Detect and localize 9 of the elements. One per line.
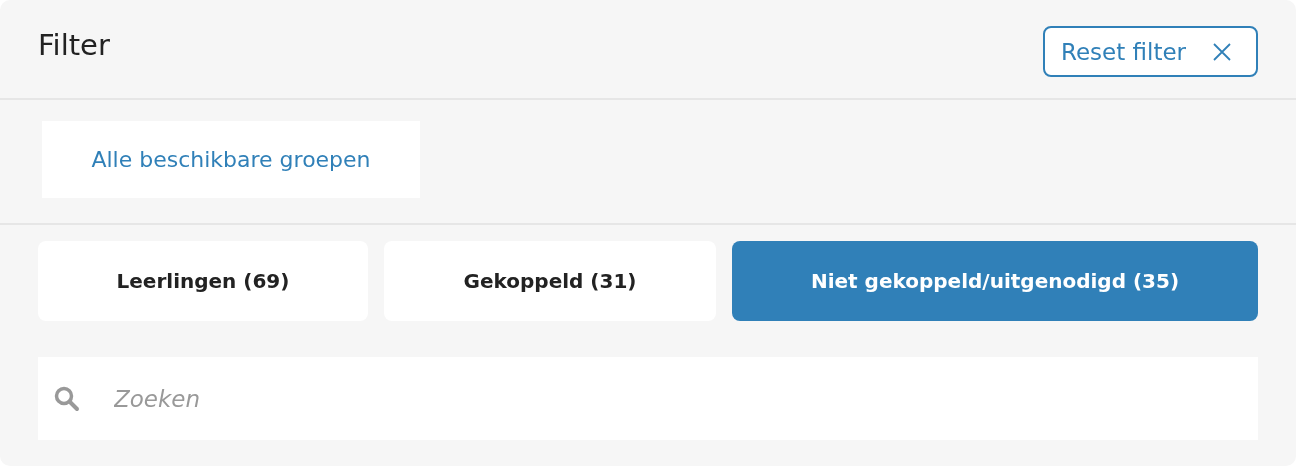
search-icon xyxy=(54,386,80,412)
filter-tab[interactable]: Niet gekoppeld/uitgenodigd (35) xyxy=(732,241,1258,321)
filter-tab[interactable]: Gekoppeld (31) xyxy=(384,241,716,321)
search-field[interactable]: Zoeken xyxy=(38,357,1258,440)
close-icon xyxy=(1212,41,1232,62)
group-selector-button[interactable]: Alle beschikbare groepen xyxy=(42,121,420,198)
panel-title: Filter xyxy=(38,28,110,62)
filter-tab[interactable]: Leerlingen (69) xyxy=(38,241,368,321)
reset-filter-button[interactable]: Reset filter xyxy=(1042,26,1258,77)
